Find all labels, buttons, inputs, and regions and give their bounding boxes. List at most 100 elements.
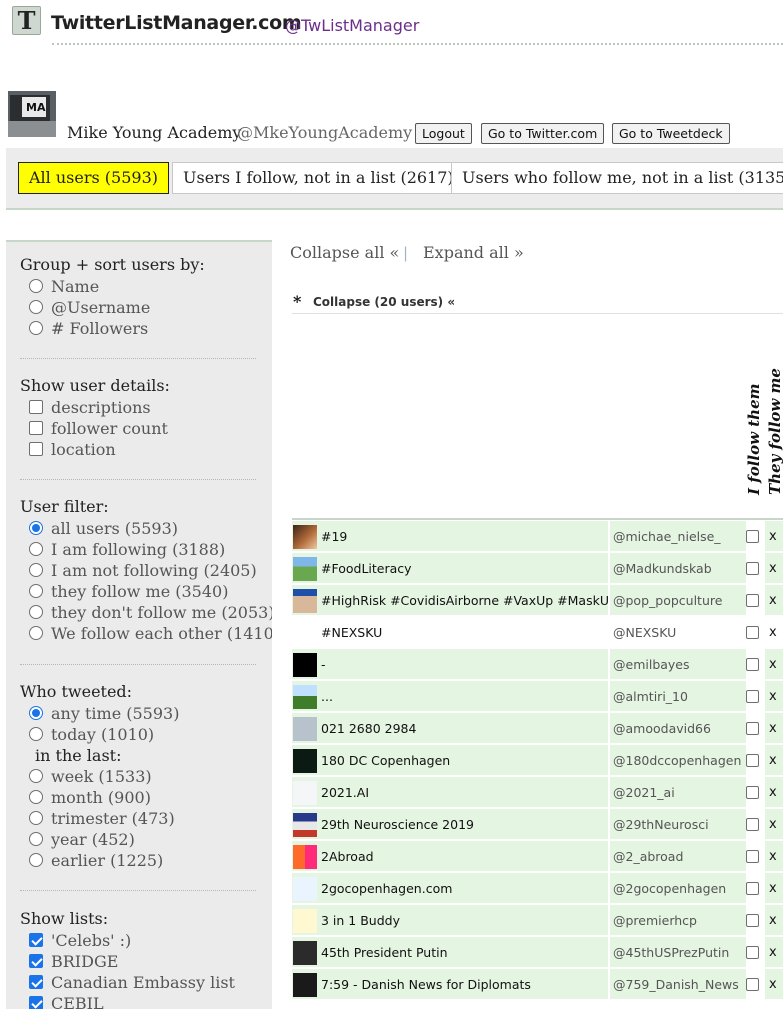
sort-option-name[interactable]: Name [20,276,205,297]
follow-checkbox[interactable] [746,850,759,863]
radio-icon[interactable] [29,811,43,825]
follow-checkbox[interactable] [746,626,759,639]
user-display-name[interactable]: 2021.AI [321,785,369,800]
user-handle-link[interactable]: @almtiri_10 [613,689,688,704]
user-handle-link[interactable]: @759_Danish_News [613,977,739,992]
radio-selected-icon[interactable] [29,706,43,720]
go-to-tweetdeck-button[interactable]: Go to Tweetdeck [612,123,730,144]
filter-option-following[interactable]: I am following (3188) [20,539,225,560]
tweeted-option-month[interactable]: month (900) [20,787,151,808]
radio-icon[interactable] [29,542,43,556]
radio-icon[interactable] [29,279,43,293]
user-avatar[interactable] [293,685,317,709]
user-avatar[interactable] [293,653,317,677]
user-handle-link[interactable]: @emilbayes [613,657,690,672]
follow-checkbox[interactable] [746,978,759,991]
filter-option-they-dont-follow[interactable]: they don't follow me (2053) [20,602,272,623]
filter-option-all-users[interactable]: all users (5593) [20,518,178,539]
list-option-canadian-embassy[interactable]: Canadian Embassy list [20,972,235,993]
user-avatar[interactable] [293,813,317,837]
tweeted-option-year[interactable]: year (452) [20,829,135,850]
user-avatar[interactable] [293,909,317,933]
user-handle-link[interactable]: @michae_nielse_ [613,529,721,544]
logout-button[interactable]: Logout [415,123,472,144]
user-avatar[interactable] [293,877,317,901]
user-display-name[interactable]: 180 DC Copenhagen [321,753,450,768]
user-handle-link[interactable]: @NEXSKU [613,625,676,640]
user-avatar[interactable] [293,973,317,997]
filter-option-not-following[interactable]: I am not following (2405) [20,560,257,581]
list-option-bridge[interactable]: BRIDGE [20,951,118,972]
sort-option-username[interactable]: @Username [20,297,205,318]
user-handle-link[interactable]: @180dccopenhagen [613,753,741,768]
user-avatar[interactable] [293,621,317,645]
user-handle-link[interactable]: @2_abroad [613,849,683,864]
follow-checkbox[interactable] [746,818,759,831]
site-handle-link[interactable]: @TwListManager [285,16,419,35]
radio-icon[interactable] [29,832,43,846]
user-display-name[interactable]: #FoodLiteracy [321,561,412,576]
checkbox-checked-icon[interactable] [29,933,43,947]
checkbox-icon[interactable] [29,442,43,456]
collapse-all-link[interactable]: Collapse all « [290,243,399,262]
user-handle-link[interactable]: @premierhcp [613,913,697,928]
expand-all-link[interactable]: Expand all » [423,243,524,262]
tweeted-option-any-time[interactable]: any time (5593) [20,703,179,724]
user-avatar[interactable] [293,589,317,613]
radio-icon[interactable] [29,790,43,804]
go-to-twitter-button[interactable]: Go to Twitter.com [481,123,605,144]
filter-option-they-follow[interactable]: they follow me (3540) [20,581,228,602]
radio-icon[interactable] [29,321,43,335]
user-handle-link[interactable]: @2gocopenhagen [613,881,726,896]
checkbox-checked-icon[interactable] [29,954,43,968]
checkbox-icon[interactable] [29,421,43,435]
tweeted-option-week[interactable]: week (1533) [20,766,152,787]
user-handle-link[interactable]: @pop_popculture [613,593,722,608]
follow-checkbox[interactable] [746,946,759,959]
site-title[interactable]: TwitterListManager.com [51,12,302,34]
follow-checkbox[interactable] [746,562,759,575]
follow-checkbox[interactable] [746,914,759,927]
filter-option-mutual[interactable]: We follow each other (1410) [20,623,272,644]
user-display-name[interactable]: 021 2680 2984 [321,721,416,736]
user-handle-link[interactable]: @Madkundskab [613,561,712,576]
user-display-name[interactable]: 3 in 1 Buddy [321,913,400,928]
tweeted-option-today[interactable]: today (1010) [20,724,154,745]
radio-icon[interactable] [29,727,43,741]
list-option-cebil[interactable]: CEBIL [20,993,108,1009]
user-handle-link[interactable]: @29thNeurosci [613,817,709,832]
user-handle-link[interactable]: @2021_ai [613,785,675,800]
radio-icon[interactable] [29,626,43,640]
tab-followers-not-in-list[interactable]: Users who follow me, not in a list (3135… [451,162,783,194]
radio-icon[interactable] [29,853,43,867]
user-avatar[interactable] [293,717,317,741]
user-avatar[interactable] [293,781,317,805]
detail-option-location[interactable]: location [20,439,170,460]
sort-option-followers[interactable]: # Followers [20,318,205,339]
user-avatar[interactable] [293,941,317,965]
radio-icon[interactable] [29,769,43,783]
site-logo[interactable]: T [12,6,41,35]
follow-checkbox[interactable] [746,722,759,735]
user-display-name[interactable]: - [321,657,326,672]
radio-icon[interactable] [29,605,43,619]
user-display-name[interactable]: #NEXSKU [321,625,382,640]
user-display-name[interactable]: 2gocopenhagen.com [321,881,452,896]
tab-all-users[interactable]: All users (5593) [18,162,170,194]
follow-checkbox[interactable] [746,594,759,607]
follow-checkbox[interactable] [746,882,759,895]
follow-checkbox[interactable] [746,530,759,543]
follow-checkbox[interactable] [746,786,759,799]
list-option-celebs[interactable]: 'Celebs' :) [20,930,131,951]
radio-icon[interactable] [29,584,43,598]
user-display-name[interactable]: 45th President Putin [321,945,448,960]
tweeted-option-trimester[interactable]: trimester (473) [20,808,175,829]
user-display-name[interactable]: 7:59 - Danish News for Diplomats [321,977,531,992]
checkbox-checked-icon[interactable] [29,975,43,989]
user-display-name[interactable]: ... [321,689,333,704]
tweeted-option-earlier[interactable]: earlier (1225) [20,850,163,871]
radio-selected-icon[interactable] [29,521,43,535]
user-avatar[interactable] [293,749,317,773]
user-avatar[interactable] [293,525,317,549]
checkbox-checked-icon[interactable] [29,996,43,1009]
